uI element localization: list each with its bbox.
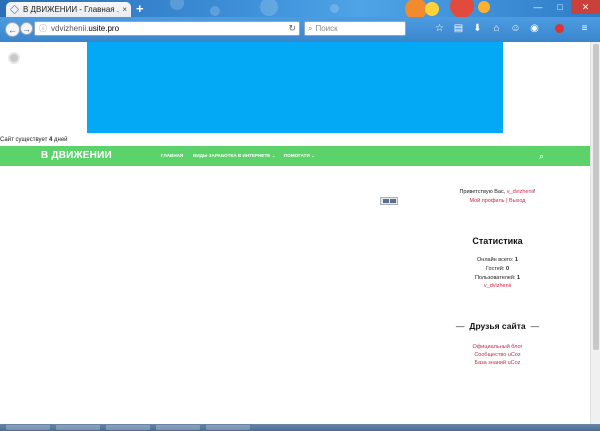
decoration (210, 6, 220, 16)
stats-guests: Гостей: 0 (410, 266, 585, 272)
gear-icon[interactable] (8, 52, 20, 64)
nav-item-earning-label: ВИДЫ ЗАРАБОТКА В ИНТЕРНЕТЕ (193, 153, 271, 158)
tab-title: В ДВИЖЕНИИ - Главная ... (23, 5, 120, 14)
title-dash: — (455, 321, 465, 331)
nav-item-earning[interactable]: ВИДЫ ЗАРАБОТКА В ИНТЕРНЕТЕ ⌄ (193, 153, 275, 159)
os-taskbar (0, 424, 600, 431)
url-host: usite.pro (88, 24, 120, 33)
address-bar[interactable]: ⓘ vdvizhenii. usite.pro ↻ (34, 21, 300, 36)
chevron-down-icon: ⌄ (271, 153, 276, 158)
friend-link-community[interactable]: Сообщество uCoz (410, 352, 585, 358)
friend-link-blog[interactable]: Официальный блог (410, 344, 585, 350)
online-user-link[interactable]: v_dvizhenii (410, 283, 585, 289)
home-icon[interactable]: ⌂ (490, 22, 503, 35)
pocket-icon[interactable]: ◉ (528, 22, 541, 35)
site-brand[interactable]: В ДВИЖЕНИИ (41, 150, 112, 161)
window-close-button[interactable]: ✕ (571, 0, 600, 14)
header-banner (87, 42, 503, 133)
site-favicon-icon (9, 4, 20, 15)
extension-icon[interactable] (553, 22, 566, 35)
theme-art (478, 1, 490, 13)
page-scrollbar[interactable] (590, 42, 600, 424)
emoji-icon[interactable]: ☺ (509, 22, 522, 35)
theme-art (405, 0, 427, 17)
profile-links: Мой профиль | Выход (410, 198, 585, 204)
theme-art (425, 2, 439, 16)
stats-online: Онлайн всего: 1 (410, 257, 585, 263)
nav-item-help-label: ПОМОГАТИ (284, 153, 310, 158)
nav-item-home[interactable]: ГЛАВНАЯ (161, 153, 183, 158)
bookmark-star-icon[interactable]: ☆ (433, 22, 446, 35)
bookmarks-list-icon[interactable]: ▤ (452, 22, 465, 35)
taskbar-item[interactable] (106, 425, 150, 430)
back-button[interactable]: ← (5, 22, 20, 37)
decoration (330, 4, 339, 13)
stats-online-label: Онлайн всего: (477, 257, 515, 263)
friends-title: — Друзья сайта — (410, 321, 585, 331)
logout-link[interactable]: Выход (509, 198, 525, 204)
friend-link-knowledge-base[interactable]: База знаний uCoz (410, 360, 585, 366)
taskbar-item[interactable] (156, 425, 200, 430)
reload-icon[interactable]: ↻ (288, 23, 296, 34)
window-maximize-button[interactable]: □ (549, 0, 571, 14)
extension-badge-icon (555, 24, 564, 33)
menu-hamburger-icon[interactable]: ≡ (578, 22, 591, 35)
site-age-suffix: дней (52, 137, 68, 143)
welcome-text: Приветствую Вас, v_dvizhenii! (410, 189, 585, 195)
username-link[interactable]: v_dvizhenii (507, 189, 534, 195)
arrow-left-icon: ← (8, 24, 17, 35)
stats-users-label: Пользователей: (474, 275, 517, 281)
stats-title: Статистика (472, 236, 523, 246)
taskbar-item[interactable] (206, 425, 250, 430)
friends-title-text: Друзья сайта (469, 321, 526, 331)
site-age-text: Сайт существует 4 дней (0, 137, 68, 143)
site-nav-bar: В ДВИЖЕНИИ ГЛАВНАЯ ВИДЫ ЗАРАБОТКА В ИНТЕ… (0, 146, 590, 166)
title-dash: — (530, 321, 540, 331)
downloads-icon[interactable]: ⬇ (471, 22, 484, 35)
taskbar-item[interactable] (6, 425, 50, 430)
search-icon: ⌕ (308, 23, 313, 33)
forward-button[interactable]: → (20, 22, 33, 35)
site-age-prefix: Сайт существует (0, 137, 49, 143)
taskbar-item[interactable] (56, 425, 100, 430)
window-minimize-button[interactable]: — (527, 0, 549, 14)
stats-online-value: 1 (514, 257, 518, 263)
site-info-icon[interactable]: ⓘ (39, 23, 47, 34)
tab-close-icon[interactable]: × (122, 5, 127, 14)
small-image (380, 197, 398, 205)
decoration (260, 0, 278, 16)
url-prefix: vdvizhenii. (51, 24, 89, 33)
theme-art (450, 0, 474, 17)
welcome-prefix: Приветствую Вас, (459, 189, 507, 195)
stats-guests-value: 0 (506, 266, 510, 272)
browser-tab-bar: В ДВИЖЕНИИ - Главная ... × + — □ ✕ (0, 0, 600, 17)
decoration (170, 0, 184, 10)
arrow-right-icon: → (22, 23, 31, 34)
search-placeholder: Поиск (315, 24, 338, 33)
stats-users-value: 1 (516, 275, 521, 281)
nav-item-help[interactable]: ПОМОГАТИ ⌄ (284, 153, 315, 159)
welcome-suffix: ! (533, 189, 536, 195)
stats-users: Пользователей: 1 (410, 275, 585, 281)
stats-guests-label: Гостей: (485, 266, 506, 272)
browser-tab-active[interactable]: В ДВИЖЕНИИ - Главная ... × (6, 2, 131, 17)
scrollbar-thumb[interactable] (593, 44, 599, 350)
my-profile-link[interactable]: Мой профиль (469, 198, 504, 204)
search-input[interactable]: ⌕ Поиск (304, 21, 406, 36)
chevron-down-icon: ⌄ (311, 153, 315, 158)
new-tab-button[interactable]: + (136, 1, 144, 16)
site-search-icon[interactable]: ⌕ (539, 151, 544, 162)
